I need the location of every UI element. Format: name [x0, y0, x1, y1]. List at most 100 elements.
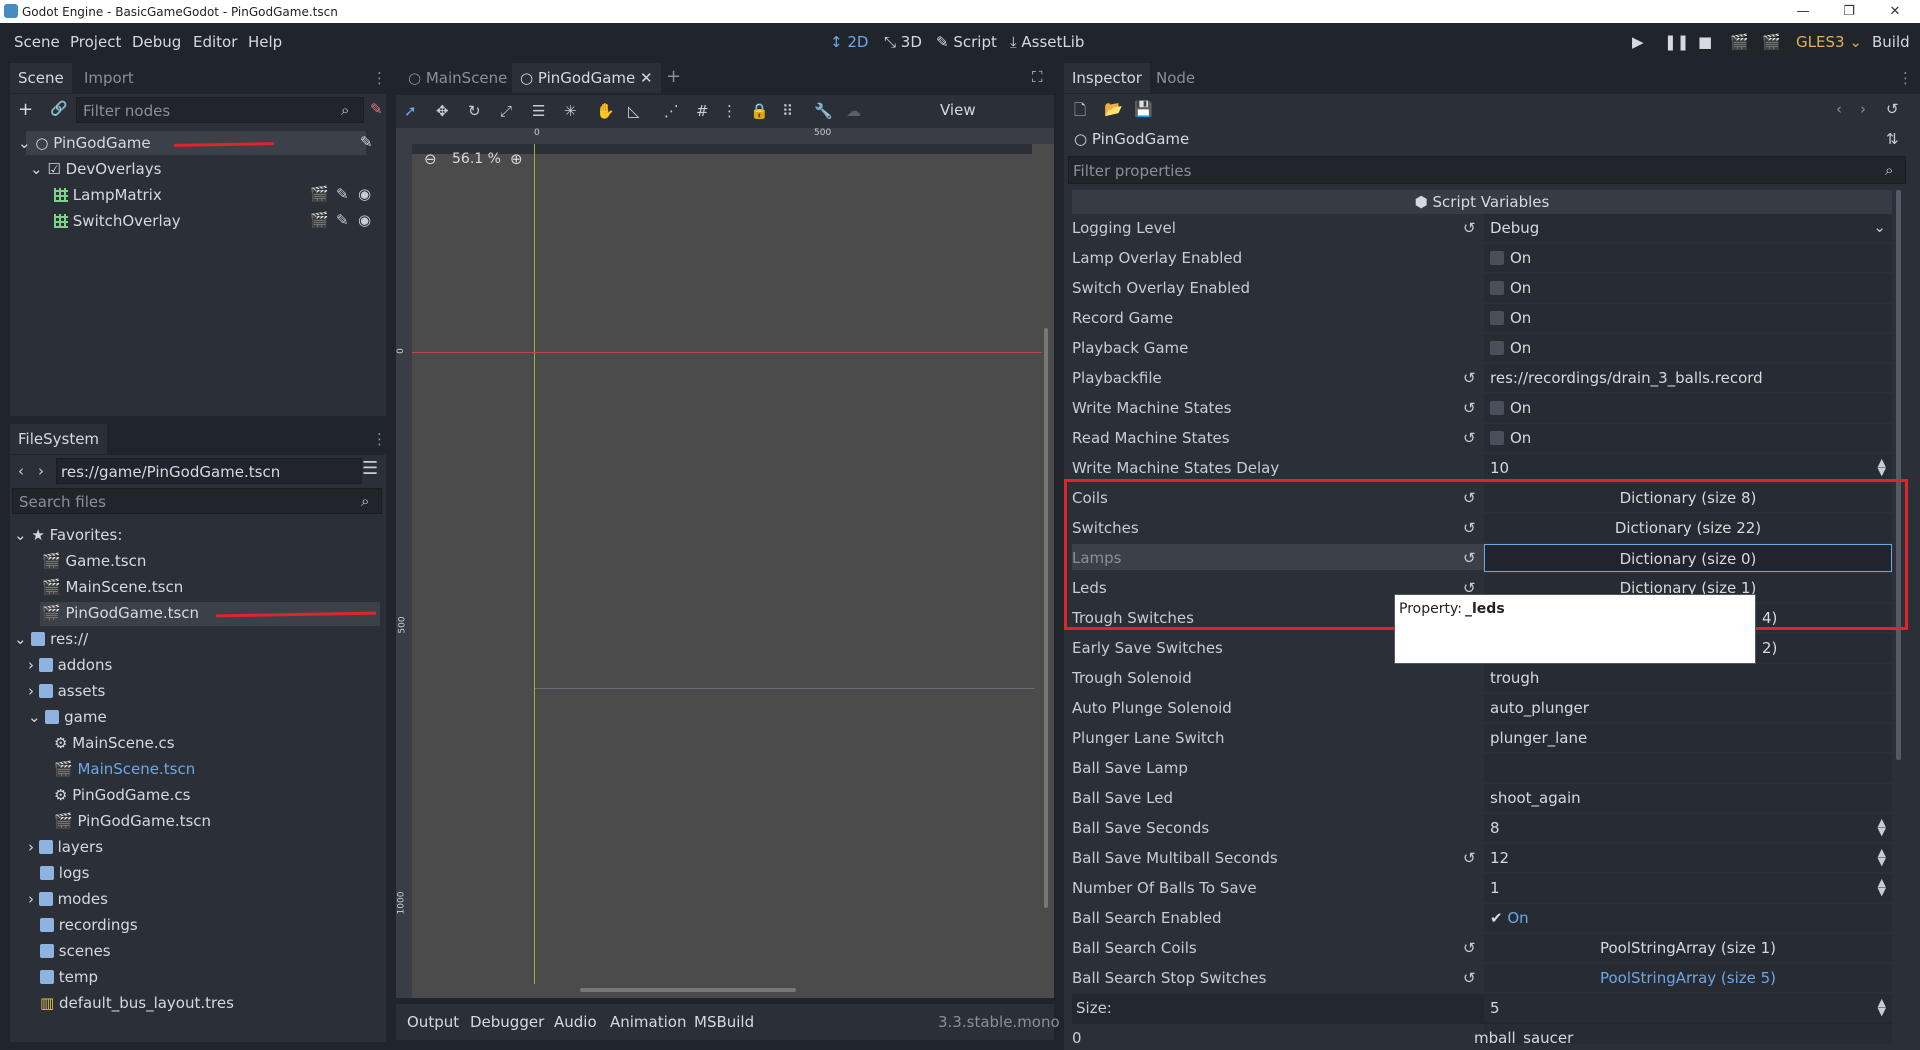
play-button[interactable]: ▶	[1632, 33, 1644, 51]
inspector-scrollbar[interactable]	[1896, 190, 1901, 760]
script-filter-icon[interactable]: ✎	[370, 100, 383, 118]
prop-search-stop[interactable]: Ball Search Stop Switches ↺ PoolStringAr…	[1072, 964, 1892, 994]
script-variables-header[interactable]: ⬢ Script Variables	[1072, 190, 1892, 214]
dock-menu-icon[interactable]: ⋮	[1898, 69, 1913, 87]
folder-logs[interactable]: logs	[40, 864, 89, 882]
lamp-overlay-checkbox[interactable]: On	[1484, 244, 1892, 272]
menu-editor[interactable]: Editor	[193, 33, 237, 51]
history-icon[interactable]: ↺	[1886, 100, 1899, 118]
tab-scene[interactable]: Scene	[10, 63, 72, 93]
prop-trough-solenoid[interactable]: Trough Solenoid trough	[1072, 664, 1892, 694]
forward-icon[interactable]: ›	[38, 462, 44, 480]
visibility-eye-icon[interactable]: ◉	[358, 185, 371, 203]
ball-save-multi-spinbox[interactable]: 12 ▲ ▼	[1484, 844, 1892, 872]
scale-tool-icon[interactable]: ⤢	[500, 102, 512, 120]
tab-mainscene[interactable]: ○ MainScene	[400, 63, 515, 93]
read-states-checkbox[interactable]: On	[1484, 424, 1892, 452]
tab-node[interactable]: Node	[1148, 63, 1203, 93]
prop-playbackfile[interactable]: Playbackfile ↺ res://recordings/drain_3_…	[1072, 364, 1892, 394]
favorites-header[interactable]: ⌄ ★ Favorites:	[14, 526, 122, 544]
renderer-select[interactable]: GLES3 ⌄	[1796, 33, 1862, 51]
playback-game-checkbox[interactable]: On	[1484, 334, 1892, 362]
filter-properties-input[interactable]: Filter properties ⌕	[1068, 156, 1906, 184]
playbackfile-field[interactable]: res://recordings/drain_3_balls.record	[1484, 364, 1892, 392]
add-tab-icon[interactable]: +	[666, 66, 681, 87]
mode-assetlib-button[interactable]: ⤓ AssetLib	[1010, 33, 1084, 51]
file-pingodgame-cs[interactable]: ⚙ PinGodGame.cs	[54, 786, 190, 804]
search-coils-button[interactable]: PoolStringArray (size 1)	[1484, 934, 1892, 962]
revert-icon[interactable]: ↺	[1463, 219, 1476, 237]
node-pingodgame[interactable]: ⌄ ○ PinGodGame	[18, 134, 151, 152]
spinner-arrows-icon[interactable]: ▲ ▼	[1878, 877, 1886, 897]
tab-pingodgame[interactable]: ○ PinGodGame ✕	[512, 63, 661, 93]
search-enabled-checkbox[interactable]: ✔ On	[1484, 904, 1892, 932]
folder-assets[interactable]: › assets	[28, 682, 105, 700]
file-mainscene-tscn[interactable]: 🎬 MainScene.tscn	[54, 760, 195, 778]
mode-script-button[interactable]: ✎ Script	[936, 33, 997, 51]
zoom-out-icon[interactable]: ⊖	[424, 150, 437, 168]
bone-icon[interactable]: 🔧	[814, 102, 833, 120]
prop-switch-overlay[interactable]: Switch Overlay Enabled On	[1072, 274, 1892, 304]
history-back-icon[interactable]: ‹	[1836, 100, 1842, 118]
prop-lamp-overlay[interactable]: Lamp Overlay Enabled On	[1072, 244, 1892, 274]
split-mode-icon[interactable]: ☰	[362, 458, 378, 479]
dock-menu-icon[interactable]: ⋮	[372, 69, 387, 87]
spinner-arrows-icon[interactable]: ▲ ▼	[1878, 457, 1886, 477]
horizontal-scrollbar[interactable]	[580, 988, 796, 992]
prop-ball-save-lamp[interactable]: Ball Save Lamp	[1072, 754, 1892, 784]
node-lampmatrix[interactable]: LampMatrix	[54, 186, 162, 204]
script-icon[interactable]: ✎	[336, 211, 349, 229]
spinner-arrows-icon[interactable]: ▲ ▼	[1878, 997, 1886, 1017]
back-icon[interactable]: ‹	[18, 462, 24, 480]
open-resource-icon[interactable]: 📂	[1104, 100, 1123, 118]
grid-snap-icon[interactable]: #	[696, 102, 709, 120]
view-menu[interactable]: View	[940, 101, 976, 119]
stop-button[interactable]: ■	[1698, 33, 1712, 51]
pivot-tool-icon[interactable]: ✳	[564, 102, 577, 120]
folder-game[interactable]: ⌄ game	[28, 708, 107, 726]
search-stop-button[interactable]: PoolStringArray (size 5)	[1484, 964, 1892, 992]
group-icon[interactable]: ⠿	[782, 102, 793, 120]
mode-3d-button[interactable]: ⤡ 3D	[884, 33, 922, 51]
plunger-lane-field[interactable]: plunger_lane	[1484, 724, 1892, 752]
close-tab-icon[interactable]: ✕	[640, 69, 653, 87]
zoom-level[interactable]: 56.1 %	[452, 151, 501, 167]
distraction-free-icon[interactable]: ⛶	[1032, 68, 1043, 86]
move-tool-icon[interactable]: ✥	[436, 102, 449, 120]
node-devoverlays[interactable]: ⌄ ☑ DevOverlays	[30, 160, 161, 178]
ball-save-lamp-field[interactable]	[1484, 754, 1892, 782]
folder-modes[interactable]: › modes	[28, 890, 108, 908]
prop-ball-save-multi[interactable]: Ball Save Multiball Seconds ↺ 12 ▲ ▼	[1072, 844, 1892, 874]
search-files-input[interactable]: Search files ⌕	[12, 488, 382, 514]
prop-array-size[interactable]: Size: 5 ▲ ▼	[1072, 994, 1892, 1024]
fav-game-tscn[interactable]: 🎬 Game.tscn	[42, 552, 146, 570]
tab-filesystem[interactable]: FileSystem	[10, 424, 108, 454]
switch-overlay-checkbox[interactable]: On	[1484, 274, 1892, 302]
tab-animation[interactable]: Animation	[610, 1013, 686, 1031]
ball-save-seconds-spinbox[interactable]: 8 ▲ ▼	[1484, 814, 1892, 842]
write-delay-spinbox[interactable]: 10 ▲ ▼	[1484, 454, 1892, 482]
num-balls-spinbox[interactable]: 1 ▲ ▼	[1484, 874, 1892, 902]
menu-debug[interactable]: Debug	[132, 33, 181, 51]
tab-msbuild[interactable]: MSBuild	[694, 1013, 754, 1031]
select-tool-icon[interactable]: ➚	[404, 102, 417, 120]
play-scene-button[interactable]: 🎬	[1730, 33, 1749, 51]
link-icon[interactable]: 🔗	[50, 101, 67, 117]
prop-search-coils[interactable]: Ball Search Coils ↺ PoolStringArray (siz…	[1072, 934, 1892, 964]
revert-icon[interactable]: ↺	[1463, 849, 1476, 867]
spinner-arrows-icon[interactable]: ▲ ▼	[1878, 817, 1886, 837]
dock-menu-icon[interactable]: ⋮	[372, 430, 387, 448]
save-resource-icon[interactable]: 💾	[1134, 100, 1153, 118]
list-select-icon[interactable]: ☰	[532, 102, 545, 120]
minimize-button[interactable]: —	[1780, 0, 1826, 23]
ruler-tool-icon[interactable]: ◺	[628, 102, 640, 120]
add-node-icon[interactable]: +	[18, 99, 33, 120]
mode-2d-button[interactable]: ↕ 2D	[830, 33, 868, 51]
prop-playback-game[interactable]: Playback Game On	[1072, 334, 1892, 364]
write-states-checkbox[interactable]: On	[1484, 394, 1892, 422]
folder-layers[interactable]: › layers	[28, 838, 103, 856]
new-resource-icon[interactable]: 🗋	[1074, 100, 1086, 125]
prop-plunger-lane[interactable]: Plunger Lane Switch plunger_lane	[1072, 724, 1892, 754]
zoom-in-icon[interactable]: ⊕	[510, 150, 523, 168]
fav-pingodgame-tscn[interactable]: 🎬 PinGodGame.tscn	[42, 604, 199, 622]
